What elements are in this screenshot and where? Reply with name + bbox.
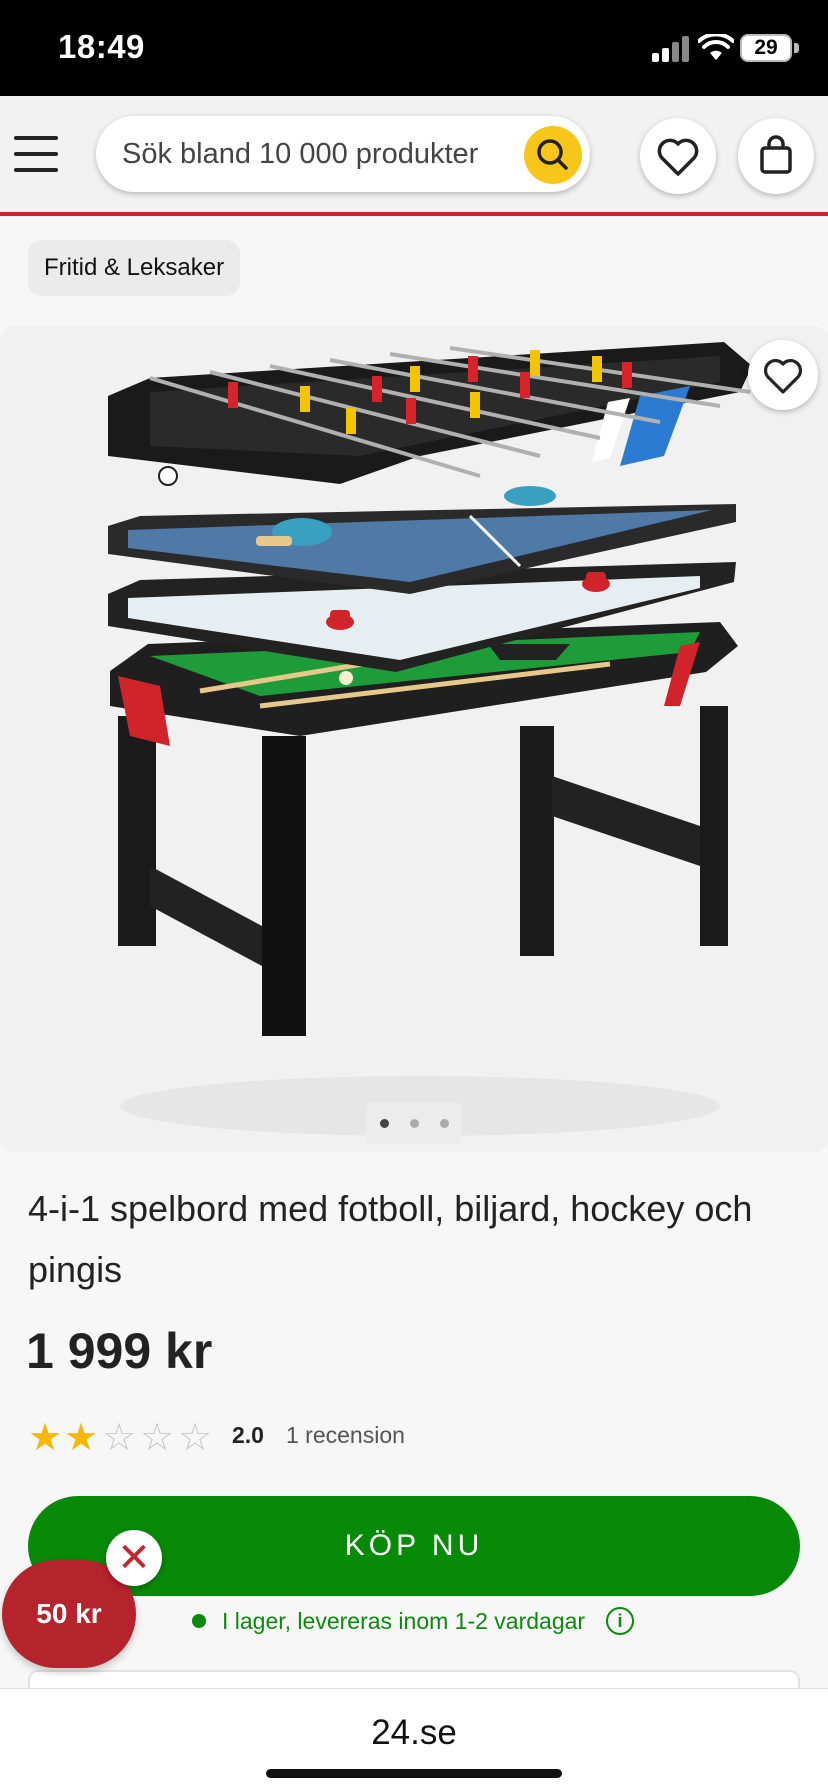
pagination-dot[interactable] — [410, 1119, 419, 1128]
home-indicator[interactable] — [266, 1769, 562, 1778]
status-time: 18:49 — [58, 28, 145, 65]
stock-status-text: I lager, levereras inom 1-2 vardagar — [222, 1608, 586, 1634]
star-empty-icon: ☆ — [140, 1417, 175, 1459]
wishlist-button[interactable] — [640, 118, 716, 194]
battery-icon: 29 — [740, 34, 792, 62]
product-title: 4-i-1 spelbord med fotboll, biljard, hoc… — [28, 1188, 753, 1290]
product-image — [108, 342, 752, 1136]
review-count-link[interactable]: 1 recension — [286, 1422, 405, 1449]
status-bar: 18:49 29 — [0, 0, 828, 96]
search-icon — [537, 139, 568, 170]
battery-nub — [794, 43, 799, 53]
info-icon[interactable]: i — [606, 1607, 634, 1635]
breadcrumb-category[interactable]: Fritid & Leksaker — [28, 240, 241, 296]
pagination-dot-active[interactable] — [380, 1119, 389, 1128]
cart-button[interactable] — [738, 118, 814, 194]
url-text[interactable]: 24.se — [0, 1713, 828, 1753]
star-filled-icon: ★ — [28, 1417, 63, 1459]
gallery-pagination — [366, 1102, 462, 1144]
pagination-dot[interactable] — [440, 1119, 449, 1128]
menu-button[interactable] — [14, 136, 58, 172]
shopping-bag-icon — [760, 135, 792, 174]
star-empty-icon: ☆ — [178, 1417, 213, 1459]
signal-icon — [652, 36, 692, 62]
site-header — [0, 96, 828, 216]
browser-address-bar: 24.se — [0, 1688, 828, 1792]
close-icon[interactable]: ✕ — [106, 1530, 162, 1586]
in-stock-dot-icon — [192, 1614, 206, 1628]
product-image-gallery[interactable] — [0, 326, 828, 1152]
search-input[interactable] — [122, 134, 512, 174]
search-button[interactable] — [524, 126, 582, 184]
product-price: 1 999 kr — [26, 1323, 213, 1379]
wifi-icon — [698, 34, 734, 60]
star-filled-icon: ★ — [64, 1417, 99, 1459]
star-empty-icon: ☆ — [102, 1417, 137, 1459]
image-wishlist-button[interactable] — [748, 340, 818, 410]
search-bar — [96, 116, 590, 192]
rating-value: 2.0 — [232, 1422, 264, 1448]
heart-icon — [764, 359, 802, 394]
heart-icon — [657, 138, 699, 176]
